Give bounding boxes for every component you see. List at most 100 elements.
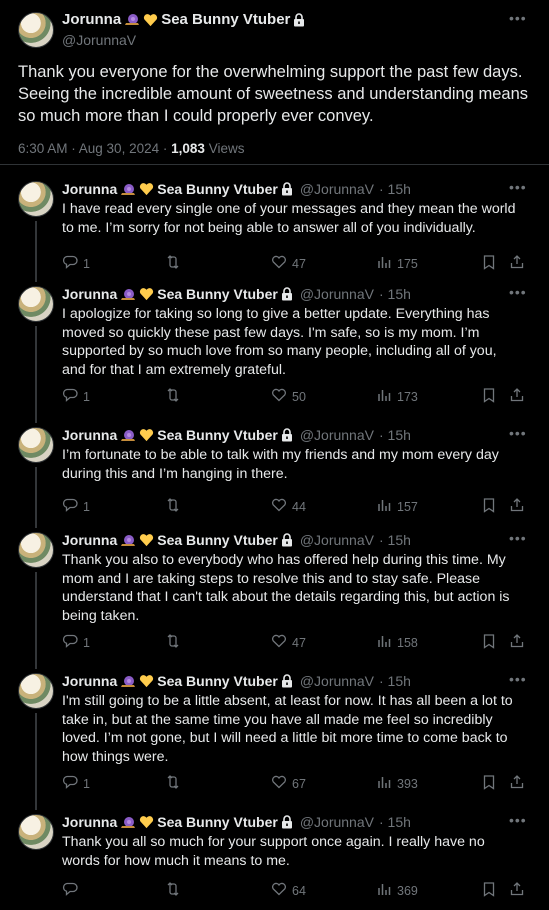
- display-name-suffix[interactable]: Sea Bunny Vtuber: [157, 814, 278, 830]
- share-button[interactable]: [509, 254, 525, 273]
- views-button[interactable]: 158: [376, 633, 418, 652]
- handle[interactable]: @JorunnaV: [300, 673, 374, 689]
- display-name-suffix[interactable]: Sea Bunny Vtuber: [157, 427, 278, 443]
- avatar[interactable]: [18, 286, 54, 322]
- views-button[interactable]: 369: [376, 881, 418, 900]
- bookmark-button[interactable]: [481, 633, 497, 652]
- display-name-suffix[interactable]: Sea Bunny Vtuber: [157, 532, 278, 548]
- avatar[interactable]: [18, 532, 54, 568]
- display-name-suffix[interactable]: Sea Bunny Vtuber: [157, 286, 278, 302]
- reply-button[interactable]: 1: [62, 497, 90, 516]
- snail-emoji-icon: [121, 429, 136, 441]
- more-icon[interactable]: •••: [509, 812, 527, 828]
- bookmark-button[interactable]: [481, 497, 497, 516]
- like-count: 47: [292, 635, 306, 650]
- avatar[interactable]: [18, 181, 54, 217]
- views-button[interactable]: 393: [376, 774, 418, 793]
- like-button[interactable]: 67: [271, 774, 306, 793]
- share-button[interactable]: [509, 881, 525, 900]
- like-button[interactable]: 47: [271, 254, 306, 273]
- views-button[interactable]: 157: [376, 497, 418, 516]
- more-icon[interactable]: •••: [509, 425, 527, 441]
- tweet-timestamp[interactable]: 6:30 AM · Aug 30, 2024 ·: [18, 141, 167, 156]
- views-button[interactable]: 175: [376, 254, 418, 273]
- thread-connector-line: [35, 713, 37, 810]
- display-name-suffix[interactable]: Sea Bunny Vtuber: [157, 181, 278, 197]
- avatar[interactable]: [18, 427, 54, 463]
- avatar[interactable]: [18, 673, 54, 709]
- views-button[interactable]: 173: [376, 387, 418, 406]
- reply-button[interactable]: 1: [62, 387, 90, 406]
- display-name[interactable]: Jorunna: [62, 532, 117, 548]
- bookmark-button[interactable]: [481, 881, 497, 900]
- repost-button[interactable]: [165, 774, 186, 793]
- reply-icon: [62, 881, 78, 900]
- handle[interactable]: @JorunnaV: [300, 814, 374, 830]
- reply-button[interactable]: [62, 881, 83, 900]
- like-button[interactable]: 44: [271, 497, 306, 516]
- display-name[interactable]: Jorunna: [62, 181, 117, 197]
- reply-timestamp[interactable]: · 15h: [379, 286, 411, 302]
- reply-timestamp[interactable]: · 15h: [379, 814, 411, 830]
- more-icon[interactable]: •••: [509, 530, 527, 546]
- reply-text: I'm still going to be a little absent, a…: [62, 693, 513, 765]
- repost-button[interactable]: [165, 497, 186, 516]
- like-button[interactable]: 47: [271, 633, 306, 652]
- repost-icon: [165, 633, 181, 652]
- snail-emoji-icon: [121, 816, 136, 828]
- like-count: 67: [292, 776, 306, 791]
- share-button[interactable]: [509, 387, 525, 406]
- handle[interactable]: @JorunnaV: [300, 286, 374, 302]
- display-name[interactable]: Jorunna: [62, 673, 117, 689]
- handle[interactable]: @JorunnaV: [300, 181, 374, 197]
- reply-count: 1: [83, 776, 90, 791]
- repost-icon: [165, 497, 181, 516]
- repost-button[interactable]: [165, 633, 186, 652]
- reply-button[interactable]: 1: [62, 774, 90, 793]
- reply-timestamp[interactable]: · 15h: [379, 181, 411, 197]
- repost-button[interactable]: [165, 387, 186, 406]
- share-icon: [509, 881, 525, 900]
- repost-button[interactable]: [165, 254, 186, 273]
- display-name[interactable]: Jorunna: [62, 427, 117, 443]
- handle[interactable]: @JorunnaV: [300, 427, 374, 443]
- handle[interactable]: @JorunnaV: [300, 532, 374, 548]
- bookmark-icon: [481, 774, 497, 793]
- more-icon[interactable]: •••: [509, 284, 527, 300]
- avatar[interactable]: [18, 12, 54, 48]
- display-name[interactable]: Jorunna Sea Bunny Vtuber: [62, 11, 305, 28]
- action-bar: 1 50 173: [62, 387, 532, 407]
- like-button[interactable]: 50: [271, 387, 306, 406]
- reply-button[interactable]: 1: [62, 633, 90, 652]
- bookmark-icon: [481, 881, 497, 900]
- reply-timestamp[interactable]: · 15h: [379, 427, 411, 443]
- reply-icon: [62, 633, 78, 652]
- views-count: 393: [397, 776, 418, 791]
- more-icon[interactable]: •••: [509, 671, 527, 687]
- reply-timestamp[interactable]: · 15h: [379, 532, 411, 548]
- display-name[interactable]: Jorunna: [62, 814, 117, 830]
- views-icon: [376, 881, 392, 900]
- display-name[interactable]: Jorunna: [62, 286, 117, 302]
- share-button[interactable]: [509, 774, 525, 793]
- avatar[interactable]: [18, 814, 54, 850]
- bookmark-button[interactable]: [481, 774, 497, 793]
- reply-timestamp[interactable]: · 15h: [379, 673, 411, 689]
- thread-connector-line: [35, 326, 37, 423]
- reply-header: Jorunna Sea Bunny Vtuber @JorunnaV · 15h: [62, 532, 411, 548]
- handle[interactable]: @JorunnaV: [62, 32, 136, 48]
- bookmark-button[interactable]: [481, 387, 497, 406]
- more-icon[interactable]: •••: [509, 179, 527, 195]
- reply-count: 1: [83, 256, 90, 271]
- share-button[interactable]: [509, 497, 525, 516]
- display-name-suffix[interactable]: Sea Bunny Vtuber: [157, 673, 278, 689]
- views-icon: [376, 387, 392, 406]
- repost-button[interactable]: [165, 881, 186, 900]
- snail-emoji-icon: [125, 14, 140, 25]
- like-button[interactable]: 64: [271, 881, 306, 900]
- bookmark-button[interactable]: [481, 254, 497, 273]
- more-icon[interactable]: •••: [509, 10, 527, 26]
- share-button[interactable]: [509, 633, 525, 652]
- reply-button[interactable]: 1: [62, 254, 90, 273]
- repost-icon: [165, 881, 181, 900]
